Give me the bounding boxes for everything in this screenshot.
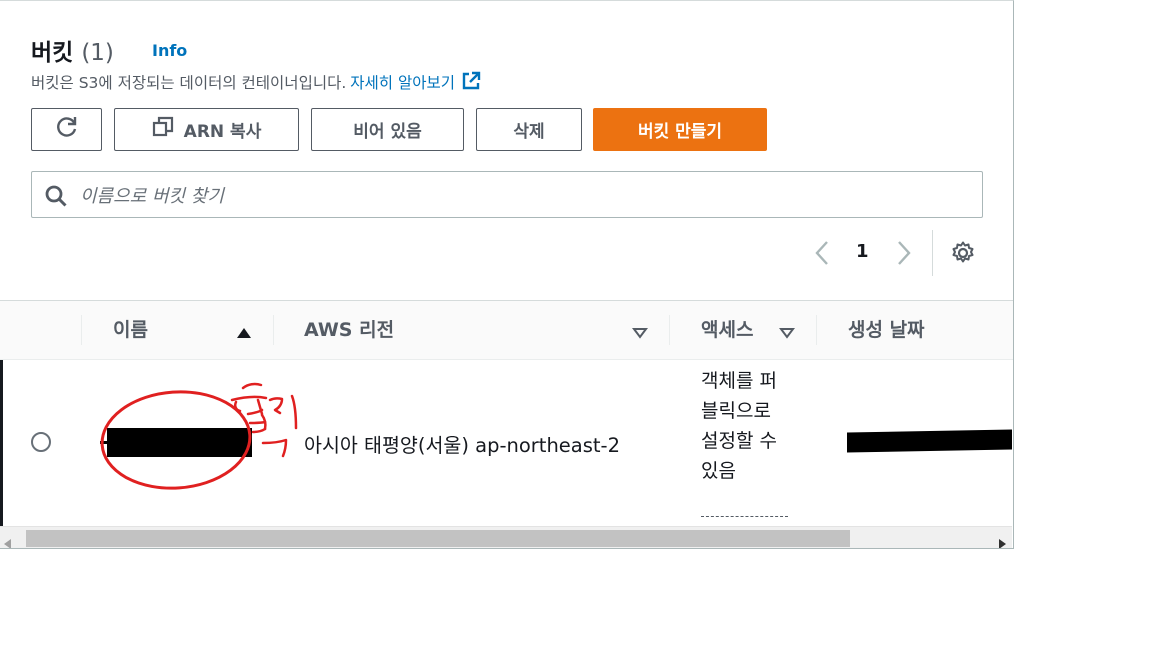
learn-more-link[interactable]: 자세히 알아보기 (350, 71, 481, 95)
pagination-divider (932, 230, 933, 276)
empty-label: 비어 있음 (353, 122, 422, 142)
column-separator (81, 315, 82, 345)
bucket-access: 객체를 퍼블릭으로 설정할 수 있음 (701, 370, 777, 482)
column-header-created[interactable]: 생성 날짜 (848, 315, 925, 342)
scroll-right-arrow-icon[interactable] (998, 534, 1006, 548)
current-page[interactable]: 1 (856, 241, 869, 262)
bucket-name-redacted[interactable] (107, 428, 252, 457)
access-popover-underline[interactable] (701, 516, 788, 517)
next-page-button[interactable] (895, 239, 913, 271)
create-bucket-button[interactable]: 버킷 만들기 (593, 108, 767, 151)
create-bucket-label: 버킷 만들기 (637, 122, 723, 142)
delete-label: 삭제 (513, 122, 545, 142)
bucket-region: 아시아 태평양(서울) ap-northeast-2 (304, 434, 621, 457)
table-header: 이름 AWS 리전 액세스 생성 날짜 (0, 301, 1013, 360)
horizontal-scrollbar[interactable] (0, 526, 1012, 548)
title-text: 버킷 (31, 40, 74, 66)
refresh-button[interactable] (31, 108, 102, 151)
copy-arn-label: ARN 복사 (183, 122, 262, 142)
external-link-icon (461, 71, 481, 95)
previous-page-button[interactable] (813, 239, 831, 271)
column-separator (273, 315, 274, 345)
row-select-radio[interactable] (31, 432, 51, 452)
column-header-access[interactable]: 액세스 (701, 315, 753, 342)
sort-indicator-icon[interactable] (632, 324, 648, 343)
empty-button[interactable]: 비어 있음 (311, 108, 464, 151)
search-icon (44, 184, 68, 212)
delete-button[interactable]: 삭제 (476, 108, 582, 151)
description-text: 버킷은 S3에 저장되는 데이터의 컨테이너입니다. (31, 74, 347, 92)
column-header-region[interactable]: AWS 리전 (304, 315, 394, 342)
sort-ascending-icon[interactable] (236, 324, 252, 343)
refresh-icon (54, 114, 80, 145)
bucket-count: (1) (81, 40, 114, 66)
copy-arn-button[interactable]: ARN 복사 (114, 108, 299, 151)
page-title: 버킷 (1) (31, 33, 114, 67)
buckets-panel: 버킷 (1) Info 버킷은 S3에 저장되는 데이터의 컨테이너입니다. 자세히… (0, 0, 1014, 549)
column-header-name[interactable]: 이름 (113, 315, 148, 342)
scroll-left-arrow-icon[interactable] (4, 534, 12, 548)
scrollbar-thumb[interactable] (26, 530, 850, 547)
description: 버킷은 S3에 저장되는 데이터의 컨테이너입니다. 자세히 알아보기 (31, 71, 481, 95)
creation-date-redacted (847, 429, 1012, 453)
gear-icon[interactable] (950, 240, 976, 270)
info-link[interactable]: Info (152, 41, 187, 60)
search-box (31, 171, 983, 218)
sort-indicator-icon[interactable] (779, 324, 795, 343)
copy-icon (152, 116, 174, 143)
row-focus-marker (0, 360, 3, 526)
search-input[interactable] (78, 178, 962, 214)
column-separator (816, 315, 817, 345)
learn-more-label: 자세히 알아보기 (350, 74, 456, 92)
column-separator (669, 315, 670, 345)
